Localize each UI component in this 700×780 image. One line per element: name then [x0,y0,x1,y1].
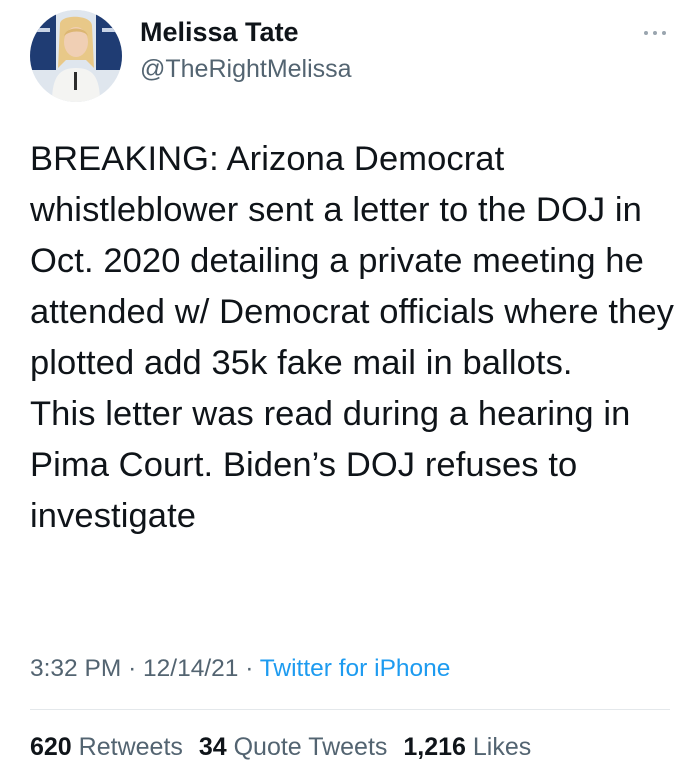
author-avatar[interactable] [30,10,122,102]
meta-separator: · [128,655,137,682]
retweets-stat[interactable]: 620 Retweets [30,733,183,761]
avatar-photo-icon [30,10,122,102]
tweet-paragraph-1: BREAKING: Arizona Democrat whistleblower… [30,140,674,382]
tweet-stats: 620 Retweets 34 Quote Tweets 1,216 Likes [30,733,540,762]
divider [30,709,670,710]
tweet-text: BREAKING: Arizona Democrat whistleblower… [30,134,680,542]
meta-separator: · [245,655,254,682]
more-horizontal-icon[interactable] [644,28,668,38]
tweet-source-link[interactable]: Twitter for iPhone [260,655,451,682]
quotes-count: 34 [198,733,227,761]
retweets-count: 620 [30,733,72,761]
author-name[interactable]: Melissa Tate [140,17,299,48]
more-dot [653,31,657,35]
tweet-time[interactable]: 3:32 PM [30,655,121,682]
quotes-label: Quote Tweets [233,733,388,761]
tweet-date[interactable]: 12/14/21 [143,655,238,682]
author-handle[interactable]: @TheRightMelissa [140,55,352,84]
tweet-card: Melissa Tate @TheRightMelissa BREAKING: … [0,0,700,780]
quote-tweets-stat[interactable]: 34 Quote Tweets [199,733,388,761]
likes-stat[interactable]: 1,216 Likes [403,733,531,761]
more-dot [644,31,648,35]
likes-label: Likes [472,733,532,761]
tweet-paragraph-2: This letter was read during a hearing in… [30,395,631,535]
more-dot [662,31,666,35]
tweet-meta: 3:32 PM · 12/14/21 · Twitter for iPhone [30,655,450,683]
likes-count: 1,216 [403,733,466,761]
retweets-label: Retweets [78,733,183,761]
